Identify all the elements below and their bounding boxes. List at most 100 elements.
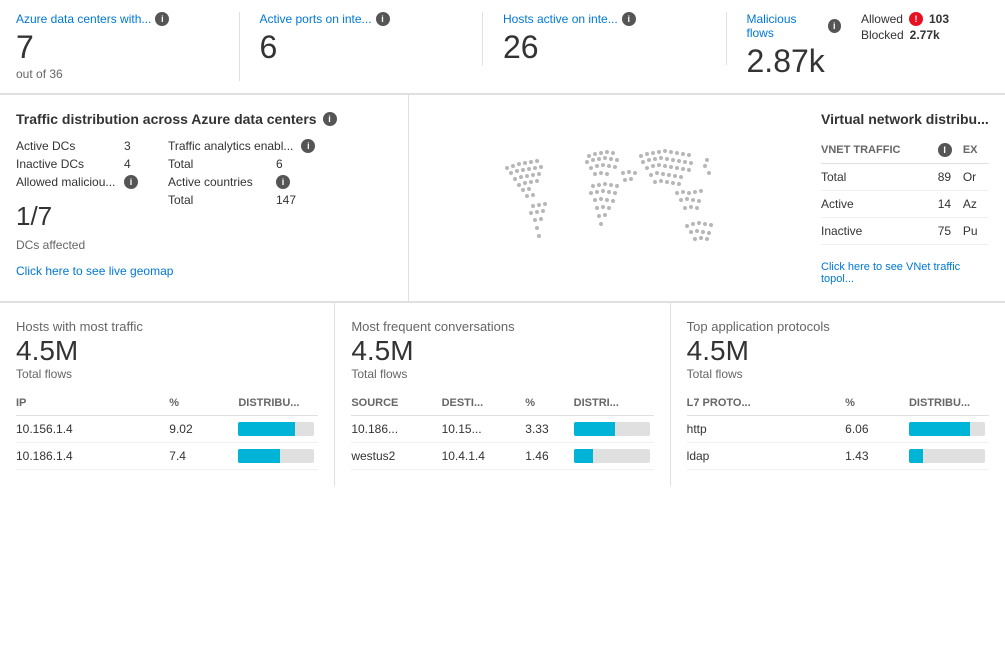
allowed-row: Allowed ! 103 [861, 12, 949, 26]
active-ports-info-icon[interactable]: i [376, 12, 390, 26]
azure-dc-title: Azure data centers with... i [16, 12, 219, 26]
malicious-info-icon[interactable]: i [828, 19, 841, 33]
conv-source-header: SOURCE [351, 393, 441, 416]
conv-dest-cell: 10.4.1.4 [442, 442, 526, 469]
hosts-bar-cell [238, 442, 318, 469]
hosts-panel-flows: Total flows [16, 367, 318, 381]
conv-bar-fill [574, 422, 616, 436]
malicious-title: Malicious flows i [747, 12, 841, 40]
vnet-info-header: i [938, 139, 963, 164]
azure-dc-metric: Azure data centers with... i 7 out of 36 [16, 12, 240, 81]
blocked-row: Blocked 2.77k [861, 28, 949, 42]
hosts-panel-title: Hosts with most traffic [16, 319, 318, 334]
vnet-ex-header: Ex [963, 139, 989, 164]
hosts-ip-cell: 10.156.1.4 [16, 415, 169, 442]
allowed-malicious-info-icon[interactable]: i [124, 175, 138, 189]
hosts-bar-cell [238, 415, 318, 442]
hosts-bar-fill [238, 422, 295, 436]
hosts-active-value: 26 [503, 30, 706, 65]
allowed-value: 103 [929, 12, 949, 26]
traffic-analytics-info-icon[interactable]: i [301, 139, 315, 153]
proto-dist-header: DISTRIBU... [909, 393, 989, 416]
active-countries-info-icon[interactable]: i [276, 175, 290, 189]
analytics-total-row: Total 6 [168, 157, 315, 171]
conv-bar-bg [574, 449, 650, 463]
proto-bar-cell [909, 442, 989, 469]
conversations-panel-title: Most frequent conversations [351, 319, 653, 334]
hosts-bar-bg [238, 422, 314, 436]
proto-bar-fill [909, 449, 923, 463]
vnet-total-row: Total 89 Or [821, 164, 989, 191]
vnet-topo-link[interactable]: Click here to see VNet traffic topol... [821, 261, 989, 285]
conversations-panel: Most frequent conversations 4.5M Total f… [335, 303, 670, 486]
traffic-analytics-row: Traffic analytics enabl... i [168, 139, 315, 153]
azure-dc-info-icon[interactable]: i [155, 12, 169, 26]
conv-dist-header: DISTRI... [574, 393, 654, 416]
azure-dc-sub: out of 36 [16, 67, 219, 81]
hosts-active-info-icon[interactable]: i [622, 12, 636, 26]
conv-dest-cell: 10.15... [442, 415, 526, 442]
active-countries-row: Active countries i [168, 175, 315, 189]
traffic-stats: Active DCs 3 Inactive DCs 4 Allowed mali… [16, 139, 392, 252]
traffic-section-info-icon[interactable]: i [323, 112, 337, 126]
active-ports-title: Active ports on inte... i [260, 12, 463, 26]
vnet-traffic-header: VNet traffic [821, 139, 938, 164]
protocols-panel-title: Top application protocols [687, 319, 989, 334]
traffic-distribution-section: Traffic distribution across Azure data c… [0, 95, 409, 301]
protocols-panel-total: 4.5M [687, 336, 989, 367]
conv-pct-cell: 3.33 [525, 415, 573, 442]
active-ports-value: 6 [260, 30, 463, 65]
conv-pct-cell: 1.46 [525, 442, 573, 469]
protocols-panel-flows: Total flows [687, 367, 989, 381]
allowed-blocked-section: Allowed ! 103 Blocked 2.77k [861, 12, 949, 42]
proto-bar-fill [909, 422, 970, 436]
fraction-value: 1/7 [16, 201, 138, 232]
world-map-container [409, 95, 805, 301]
azure-dc-value: 7 [16, 30, 219, 65]
proto-table-row: ldap 1.43 [687, 442, 989, 469]
proto-pct-cell: 1.43 [845, 442, 909, 469]
protocols-panel: Top application protocols 4.5M Total flo… [671, 303, 1005, 486]
allowed-malicious-row: Allowed maliciou... i [16, 175, 138, 189]
conv-source-cell: westus2 [351, 442, 441, 469]
protocols-table: L7 PROTO... % DISTRIBU... http 6.06 ldap… [687, 393, 989, 470]
proto-bar-bg [909, 422, 985, 436]
hosts-ip-cell: 10.186.1.4 [16, 442, 169, 469]
proto-header: L7 PROTO... [687, 393, 846, 416]
dcs-affected-label: DCs affected [16, 238, 138, 252]
vnet-table: VNet traffic i Ex Total 89 Or Active 14 … [821, 139, 989, 245]
proto-bar-cell [909, 415, 989, 442]
malicious-left: Malicious flows i 2.87k [747, 12, 841, 79]
conv-source-cell: 10.186... [351, 415, 441, 442]
proto-pct-header: % [845, 393, 909, 416]
conv-bar-fill [574, 449, 593, 463]
bottom-content-area: Hosts with most traffic 4.5M Total flows… [0, 303, 1005, 486]
dc-stats-col: Active DCs 3 Inactive DCs 4 Allowed mali… [16, 139, 138, 252]
hosts-pct-cell: 7.4 [169, 442, 238, 469]
hosts-dist-header: DISTRIBU... [238, 393, 318, 416]
hosts-pct-cell: 9.02 [169, 415, 238, 442]
malicious-flows-metric: Malicious flows i 2.87k Allowed ! 103 Bl… [747, 12, 970, 79]
geomap-link[interactable]: Click here to see live geomap [16, 264, 392, 278]
hosts-active-title: Hosts active on inte... i [503, 12, 706, 26]
conversations-panel-flows: Total flows [351, 367, 653, 381]
active-dcs-row: Active DCs 3 [16, 139, 138, 153]
vnet-info-icon[interactable]: i [938, 143, 952, 157]
hosts-panel: Hosts with most traffic 4.5M Total flows… [0, 303, 335, 486]
conv-table-row: westus2 10.4.1.4 1.46 [351, 442, 653, 469]
hosts-ip-header: IP [16, 393, 169, 416]
malicious-combined: Malicious flows i 2.87k Allowed ! 103 Bl… [747, 12, 950, 79]
proto-name-cell: ldap [687, 442, 846, 469]
hosts-bar-bg [238, 449, 314, 463]
conv-bar-cell [574, 442, 654, 469]
conv-pct-header: % [525, 393, 573, 416]
vnet-active-row: Active 14 Az [821, 191, 989, 218]
countries-total-row: Total 147 [168, 193, 315, 207]
hosts-panel-total: 4.5M [16, 336, 318, 367]
vnet-inactive-row: Inactive 75 Pu [821, 218, 989, 245]
blocked-value: 2.77k [910, 28, 940, 42]
hosts-bar-fill [238, 449, 280, 463]
proto-table-row: http 6.06 [687, 415, 989, 442]
conv-dest-header: DESTI... [442, 393, 526, 416]
vnet-section: Virtual network distribu... VNet traffic… [805, 95, 1005, 301]
